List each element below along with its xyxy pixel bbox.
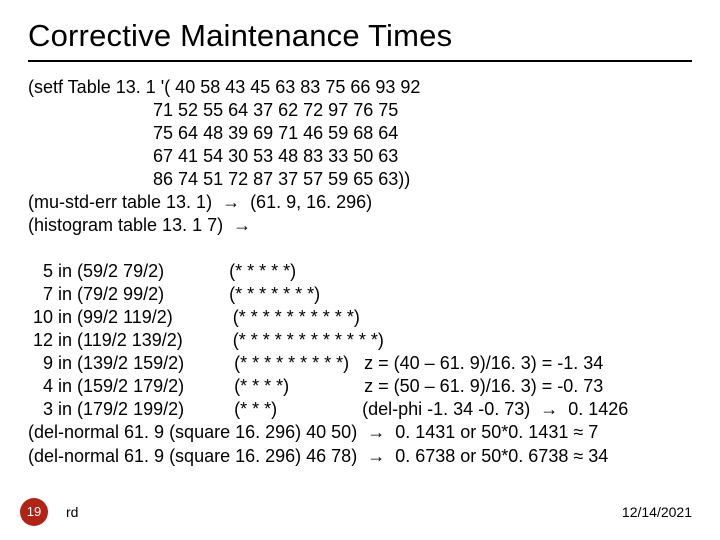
code-line: (histogram table 13. 1 7) →	[28, 215, 251, 235]
code-line: 71 52 55 64 37 62 72 97 76 75	[28, 100, 398, 120]
footer: 19 rd 12/14/2021	[0, 498, 720, 526]
code-line: 75 64 48 39 69 71 46 59 68 64	[28, 123, 398, 143]
code-line: 5 in (59/2 79/2) (* * * * *)	[28, 261, 296, 281]
code-line: 3 in (179/2 199/2) (* * *) (del-phi -1. …	[28, 399, 628, 419]
code-line: (mu-std-err table 13. 1) → (61. 9, 16. 2…	[28, 192, 372, 212]
slide: Corrective Maintenance Times (setf Table…	[0, 0, 720, 540]
title-rule	[28, 60, 692, 62]
code-line: 4 in (159/2 179/2) (* * * *) z = (50 – 6…	[28, 376, 603, 396]
code-line: 7 in (79/2 99/2) (* * * * * * *)	[28, 284, 320, 304]
page-title: Corrective Maintenance Times	[28, 18, 692, 54]
code-line: 9 in (139/2 159/2) (* * * * * * * * *) z…	[28, 353, 603, 373]
author-initials: rd	[66, 504, 78, 520]
code-block: (setf Table 13. 1 '( 40 58 43 45 63 83 7…	[28, 76, 692, 468]
code-line: 12 in (119/2 139/2) (* * * * * * * * * *…	[28, 330, 384, 350]
footer-date: 12/14/2021	[622, 504, 692, 520]
code-line: (del-normal 61. 9 (square 16. 296) 46 78…	[28, 446, 608, 466]
code-line: 10 in (99/2 119/2) (* * * * * * * * * *)	[28, 307, 360, 327]
code-line: (setf Table 13. 1 '( 40 58 43 45 63 83 7…	[28, 77, 420, 97]
code-line: (del-normal 61. 9 (square 16. 296) 40 50…	[28, 422, 598, 442]
page-number-badge: 19	[20, 498, 48, 526]
code-line: 67 41 54 30 53 48 83 33 50 63	[28, 146, 398, 166]
code-line: 86 74 51 72 87 37 57 59 65 63))	[28, 169, 410, 189]
